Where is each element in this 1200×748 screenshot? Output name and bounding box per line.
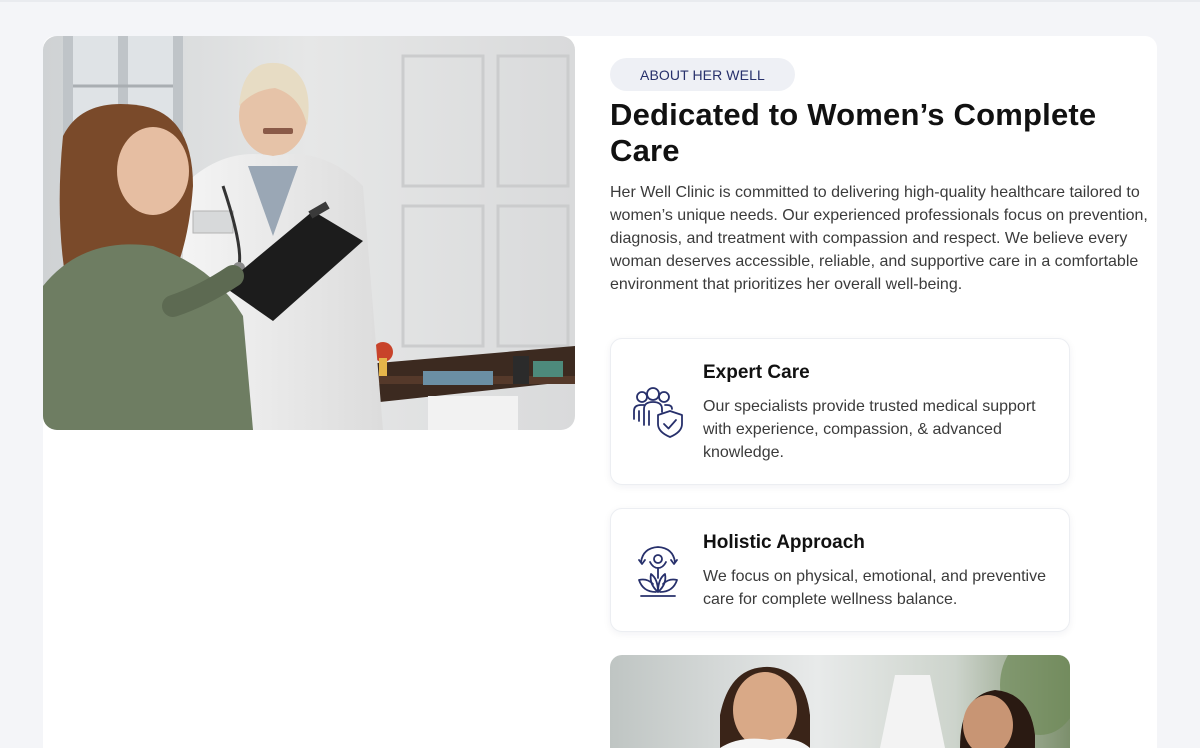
clinic-staff-photo bbox=[610, 655, 1070, 748]
feature-text: We focus on physical, emotional, and pre… bbox=[703, 568, 1047, 608]
doctor-consultation-photo bbox=[43, 36, 575, 430]
feature-card-expert-care: Expert Care Our specialists provide trus… bbox=[610, 338, 1070, 485]
feature-text: Our specialists provide trusted medical … bbox=[703, 398, 1036, 461]
feature-title: Holistic Approach bbox=[703, 532, 865, 553]
section-label-pill: ABOUT HER WELL bbox=[610, 58, 795, 91]
feature-title: Expert Care bbox=[703, 362, 810, 383]
section-description: Her Well Clinic is committed to deliveri… bbox=[610, 184, 1148, 293]
section-title: Dedicated to Women’s Complete Care bbox=[610, 97, 1097, 168]
about-content: ABOUT HER WELL Dedicated to Women’s Comp… bbox=[610, 58, 1150, 296]
feature-card-holistic-approach: Holistic Approach We focus on physical, … bbox=[610, 508, 1070, 632]
team-shield-icon bbox=[631, 385, 685, 439]
lotus-person-icon bbox=[631, 544, 685, 598]
top-divider bbox=[0, 0, 1200, 2]
